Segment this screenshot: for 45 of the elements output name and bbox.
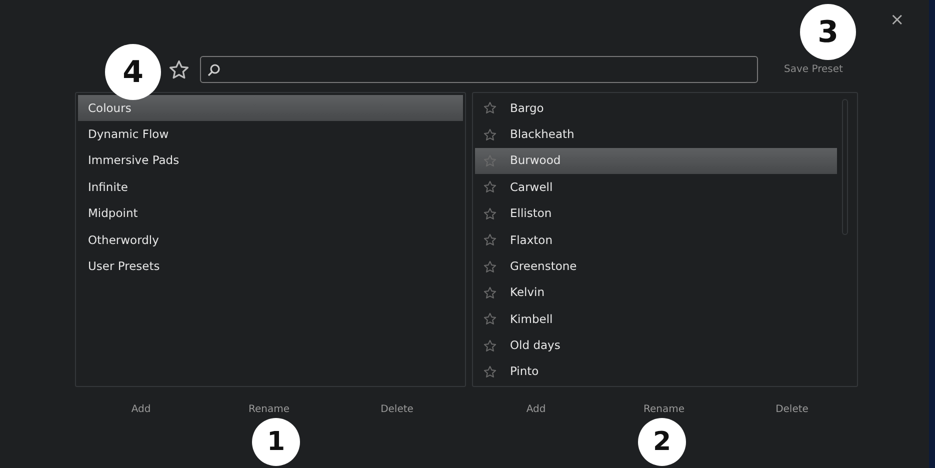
rename-button[interactable]: Rename [600, 400, 728, 419]
star-icon[interactable] [483, 260, 497, 274]
star-icon[interactable] [483, 286, 497, 300]
star-icon[interactable] [483, 101, 497, 116]
star-icon[interactable] [483, 338, 497, 353]
search-field[interactable] [200, 56, 758, 83]
star-icon[interactable] [483, 180, 497, 194]
delete-button[interactable]: Delete [728, 400, 856, 419]
scrollbar[interactable] [842, 99, 848, 235]
star-icon[interactable] [168, 58, 190, 80]
category-item[interactable]: Dynamic Flow [78, 121, 463, 148]
callout-number: 1 [252, 418, 300, 466]
preset-item[interactable]: Greenstone [475, 253, 837, 280]
add-button[interactable]: Add [77, 400, 205, 419]
callout-number: 4 [105, 44, 161, 100]
category-item[interactable]: Infinite [78, 174, 463, 201]
preset-item[interactable]: Elliston [475, 200, 837, 227]
star-icon[interactable] [483, 128, 497, 142]
category-item[interactable]: Immersive Pads [78, 148, 463, 174]
preset-item[interactable]: Flaxton [475, 226, 837, 254]
star-icon[interactable] [483, 206, 497, 221]
category-item[interactable]: User Presets [78, 253, 463, 280]
save-preset-button[interactable]: Save Preset [784, 62, 843, 77]
category-item[interactable]: Midpoint [78, 200, 463, 227]
preset-item[interactable]: Blackheath [475, 121, 837, 148]
star-icon[interactable] [483, 233, 497, 248]
callout-number: 2 [638, 418, 686, 466]
preset-item[interactable]: Burwood [475, 148, 837, 174]
rename-button[interactable]: Rename [205, 400, 333, 419]
star-icon[interactable] [483, 154, 497, 168]
callout-number: 3 [800, 4, 856, 60]
preset-item[interactable]: Kelvin [475, 280, 837, 306]
add-button[interactable]: Add [472, 400, 600, 419]
category-item[interactable]: Colours [78, 95, 463, 122]
preset-item[interactable]: Old days [475, 332, 837, 359]
preset-item[interactable]: Carwell [475, 174, 837, 201]
star-icon[interactable] [483, 365, 497, 380]
star-icon[interactable] [483, 312, 497, 326]
preset-item[interactable]: Bargo [475, 95, 837, 122]
preset-item[interactable]: Pinto [475, 358, 837, 386]
search-icon [207, 62, 221, 76]
close-button[interactable]: × [886, 12, 908, 29]
preset-item[interactable]: Kimbell [475, 306, 837, 333]
category-item[interactable]: Otherwordly [78, 226, 463, 254]
delete-button[interactable]: Delete [333, 400, 461, 419]
